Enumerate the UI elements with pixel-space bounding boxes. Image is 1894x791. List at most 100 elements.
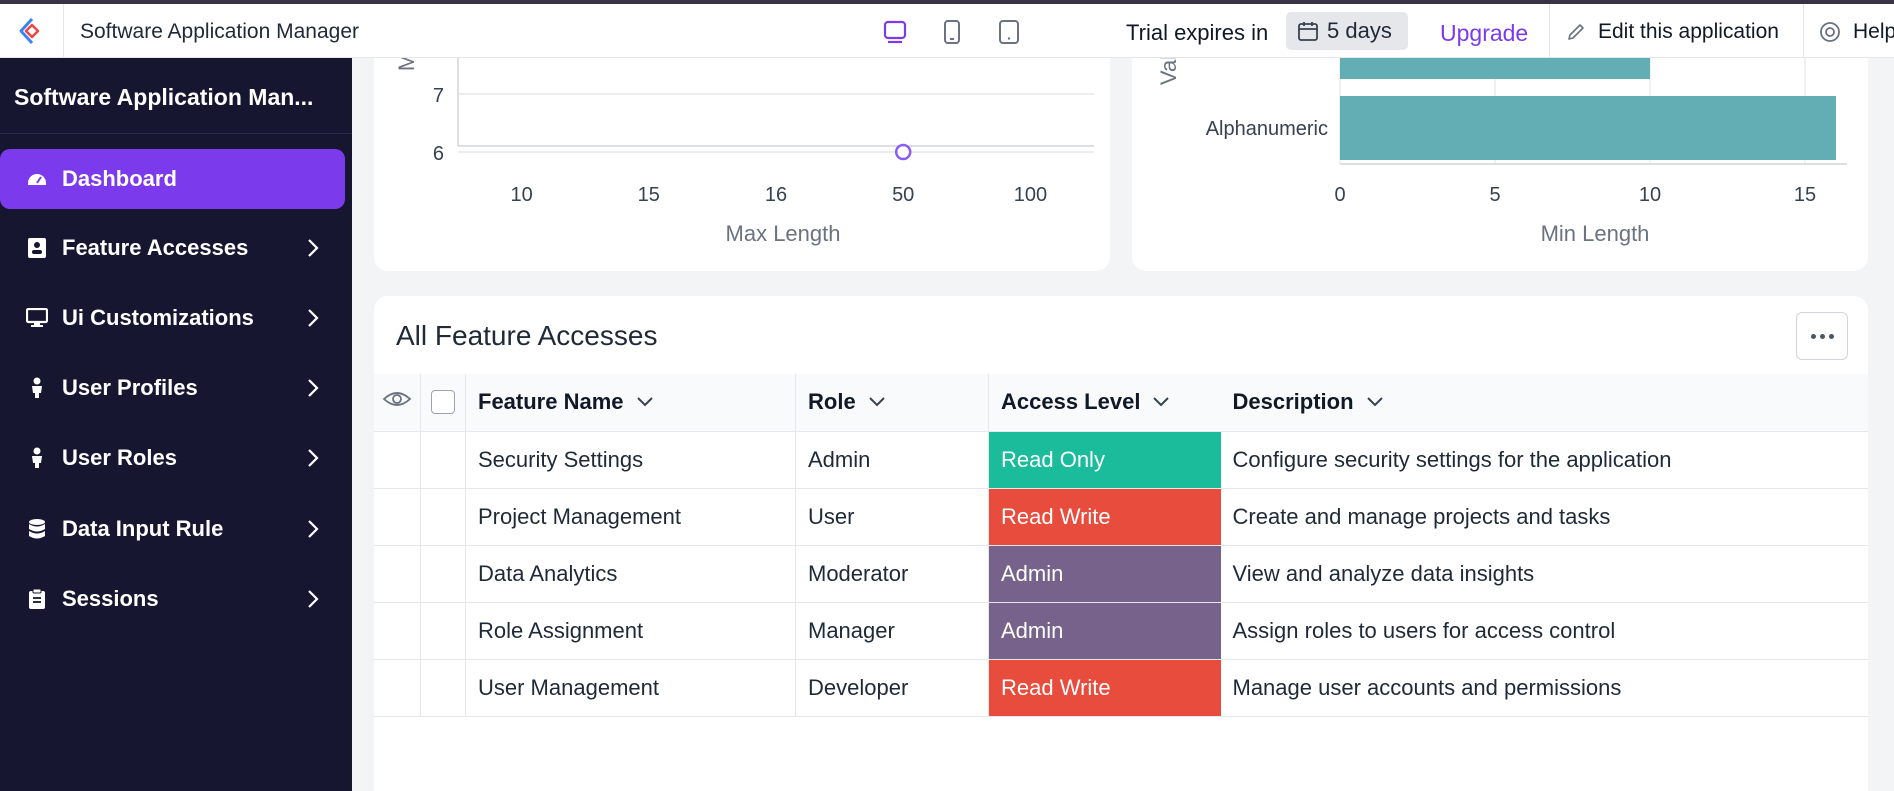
mobile-view-button[interactable] (937, 17, 967, 47)
row-cell (420, 488, 466, 546)
app-title: Software Application Manager (80, 20, 359, 43)
data-point (894, 143, 912, 161)
y-axis-categories: Alphanumeric (1206, 118, 1328, 140)
y-axis-ticks: 67 (433, 85, 444, 165)
help-label: Help (1853, 20, 1894, 43)
sidebar-item-user-profiles[interactable]: User Profiles (0, 358, 345, 418)
user-icon (26, 447, 48, 469)
lifebuoy-icon (1820, 22, 1840, 42)
y-axis-label: Val (1156, 55, 1181, 85)
chevron-right-icon (308, 590, 319, 608)
table-row[interactable]: Security Settings Admin Read Only Config… (374, 431, 1868, 489)
sidebar-item-label: Ui Customizations (62, 305, 254, 330)
topbar-divider (1803, 4, 1804, 58)
y-tick-label: 6 (433, 143, 444, 165)
user-icon (26, 377, 48, 399)
column-label: Role (808, 389, 856, 415)
x-tick-label: 16 (765, 184, 787, 206)
x-tick-label: 15 (1794, 184, 1816, 206)
calendar-icon (1298, 22, 1318, 41)
logo-icon (19, 17, 39, 45)
column-header-description[interactable]: Description (1220, 374, 1868, 432)
x-axis-label: Min Length (1541, 221, 1650, 246)
table-row[interactable]: User Management Developer Read Write Man… (374, 659, 1868, 717)
desktop-view-button[interactable] (880, 17, 910, 47)
dashboard-icon (26, 168, 48, 190)
trial-days-badge: 5 days (1286, 12, 1408, 50)
column-label: Access Level (1001, 389, 1141, 415)
x-axis-ticks: 10 15 16 50 100 (510, 184, 1047, 206)
chevron-right-icon (308, 520, 319, 538)
chart-grid (457, 50, 1094, 153)
description-cell: Configure security settings for the appl… (1220, 431, 1868, 489)
table-row[interactable]: Data Analytics Moderator Admin View and … (374, 545, 1868, 603)
sidebar-item-ui-customizations[interactable]: Ui Customizations (0, 288, 345, 348)
table-row[interactable]: Role Assignment Manager Admin Assign rol… (374, 602, 1868, 660)
sidebar: Software Application Man... Dashboard Fe… (0, 58, 352, 791)
upgrade-link[interactable]: Upgrade (1440, 20, 1528, 47)
chevron-down-icon (868, 397, 885, 407)
chevron-down-icon (636, 397, 653, 407)
sidebar-item-dashboard[interactable]: Dashboard (0, 149, 345, 209)
x-axis-label: Max Length (726, 221, 841, 246)
row-cell (374, 659, 421, 717)
sidebar-divider (0, 133, 352, 134)
chevron-right-icon (308, 239, 319, 257)
x-tick-label: 15 (638, 184, 660, 206)
description-cell: Create and manage projects and tasks (1220, 488, 1868, 546)
app-logo[interactable] (0, 4, 64, 58)
monitor-icon (26, 307, 48, 329)
sidebar-item-user-roles[interactable]: User Roles (0, 428, 345, 488)
access-level-cell: Read Write (988, 659, 1221, 717)
chevron-down-icon (1366, 397, 1383, 407)
description-cell: View and analyze data insights (1220, 545, 1868, 603)
database-icon (26, 518, 48, 540)
more-options-button[interactable] (1796, 312, 1848, 360)
row-cell (420, 659, 466, 717)
top-bar: Software Application Manager Trial expir… (0, 0, 1894, 58)
tablet-icon (999, 20, 1019, 44)
column-header-access-level[interactable]: Access Level (988, 374, 1221, 432)
row-cell (420, 431, 466, 489)
mobile-icon (944, 20, 960, 44)
checkbox[interactable] (431, 390, 455, 415)
sidebar-item-feature-accesses[interactable]: Feature Accesses (0, 218, 345, 278)
feature-accesses-table: Feature Name Role Access Level Descripti… (374, 374, 1868, 717)
sidebar-app-title: Software Application Man... (14, 84, 314, 110)
row-cell (420, 602, 466, 660)
edit-application-button[interactable]: Edit this application (1566, 20, 1779, 44)
dot (1828, 333, 1834, 339)
table-title: All Feature Accesses (396, 320, 658, 351)
feature-name-cell: User Management (465, 659, 796, 717)
column-header-role[interactable]: Role (795, 374, 989, 432)
row-cell (374, 545, 421, 603)
role-cell: Developer (795, 659, 989, 717)
sidebar-item-label: User Roles (62, 445, 177, 470)
help-button[interactable]: Help (1819, 20, 1894, 44)
x-tick-label: 10 (1639, 184, 1661, 206)
sidebar-item-sessions[interactable]: Sessions (0, 569, 345, 629)
description-cell: Manage user accounts and permissions (1220, 659, 1868, 717)
access-level-cell: Admin (988, 602, 1221, 660)
chevron-right-icon (308, 449, 319, 467)
feature-name-cell: Data Analytics (465, 545, 796, 603)
chevron-right-icon (308, 379, 319, 397)
sidebar-item-label: Sessions (62, 586, 159, 611)
table-row[interactable]: Project Management User Read Write Creat… (374, 488, 1868, 546)
feature-name-cell: Role Assignment (465, 602, 796, 660)
x-tick-label: 0 (1334, 184, 1345, 206)
x-tick-label: 100 (1014, 184, 1047, 206)
select-all-checkbox[interactable] (420, 374, 466, 432)
visibility-toggle[interactable] (374, 374, 421, 432)
bar (1340, 96, 1836, 160)
tablet-view-button[interactable] (994, 17, 1024, 47)
clipboard-icon (26, 588, 48, 610)
access-level-cell: Read Only (988, 431, 1221, 489)
role-cell: User (795, 488, 989, 546)
sidebar-item-data-input-rule[interactable]: Data Input Rule (0, 499, 345, 559)
chevron-down-icon (1153, 397, 1170, 407)
trial-days: 5 days (1327, 18, 1392, 43)
column-header-feature-name[interactable]: Feature Name (465, 374, 796, 432)
row-cell (420, 545, 466, 603)
row-cell (374, 488, 421, 546)
